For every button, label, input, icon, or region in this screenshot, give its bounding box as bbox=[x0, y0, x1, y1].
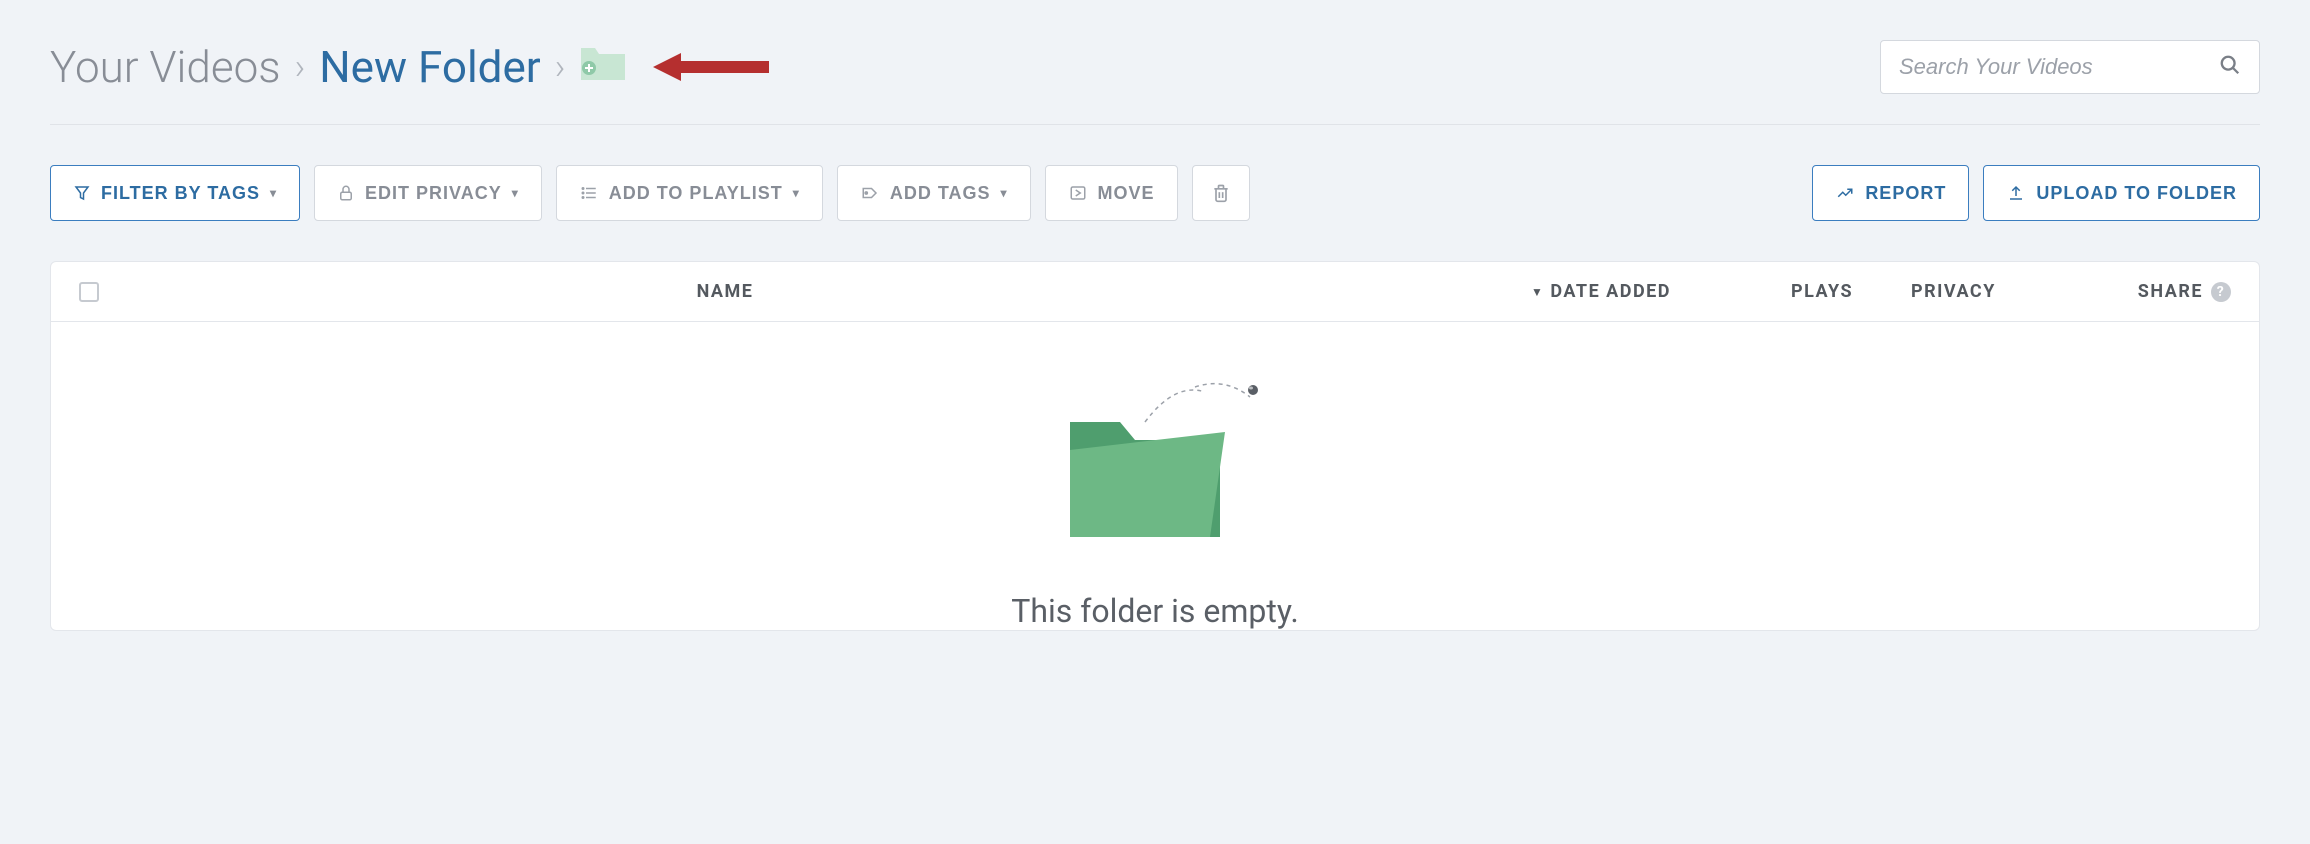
column-name[interactable]: NAME bbox=[139, 281, 1531, 302]
arrow-left-icon bbox=[651, 47, 771, 87]
column-date-added[interactable]: ▼ DATE ADDED bbox=[1531, 281, 1791, 302]
search-icon[interactable] bbox=[2219, 54, 2241, 80]
filter-icon bbox=[73, 184, 91, 202]
empty-message: This folder is empty. bbox=[1011, 592, 1299, 630]
video-table: NAME ▼ DATE ADDED PLAYS PRIVACY SHARE ? … bbox=[50, 261, 2260, 631]
chart-icon bbox=[1835, 184, 1855, 202]
add-tags-button[interactable]: ADD TAGS ▾ bbox=[837, 165, 1031, 221]
upload-to-folder-button[interactable]: UPLOAD TO FOLDER bbox=[1983, 165, 2260, 221]
add-to-playlist-button[interactable]: ADD TO PLAYLIST ▾ bbox=[556, 165, 823, 221]
empty-folder-icon bbox=[1025, 372, 1285, 562]
list-icon bbox=[579, 184, 599, 202]
delete-button[interactable] bbox=[1192, 165, 1250, 221]
sort-desc-icon: ▼ bbox=[1531, 285, 1544, 299]
empty-state: This folder is empty. bbox=[51, 322, 2259, 630]
trash-icon bbox=[1211, 182, 1231, 204]
add-folder-button[interactable] bbox=[579, 41, 627, 93]
search-input[interactable] bbox=[1899, 54, 2219, 80]
chevron-down-icon: ▾ bbox=[512, 186, 519, 200]
breadcrumb: Your Videos › New Folder › bbox=[50, 41, 771, 93]
chevron-right-icon: › bbox=[295, 46, 306, 88]
column-plays[interactable]: PLAYS bbox=[1791, 281, 1911, 302]
select-all-checkbox[interactable] bbox=[79, 282, 99, 302]
breadcrumb-root[interactable]: Your Videos bbox=[50, 41, 281, 93]
lock-icon bbox=[337, 184, 355, 202]
column-privacy[interactable]: PRIVACY bbox=[1911, 281, 2071, 302]
move-button[interactable]: MOVE bbox=[1045, 165, 1178, 221]
chevron-right-icon: › bbox=[555, 46, 566, 88]
chevron-down-icon: ▾ bbox=[793, 186, 800, 200]
table-header: NAME ▼ DATE ADDED PLAYS PRIVACY SHARE ? bbox=[51, 262, 2259, 322]
upload-icon bbox=[2006, 184, 2026, 202]
help-icon[interactable]: ? bbox=[2211, 282, 2231, 302]
edit-privacy-button[interactable]: EDIT PRIVACY ▾ bbox=[314, 165, 542, 221]
tag-icon bbox=[860, 184, 880, 202]
column-share[interactable]: SHARE ? bbox=[2071, 281, 2231, 302]
breadcrumb-current[interactable]: New Folder bbox=[319, 41, 540, 93]
filter-by-tags-button[interactable]: FILTER BY TAGS ▾ bbox=[50, 165, 300, 221]
chevron-down-icon: ▾ bbox=[1001, 186, 1008, 200]
search-box[interactable] bbox=[1880, 40, 2260, 94]
chevron-down-icon: ▾ bbox=[270, 186, 277, 200]
move-icon bbox=[1068, 184, 1088, 202]
report-button[interactable]: REPORT bbox=[1812, 165, 1969, 221]
